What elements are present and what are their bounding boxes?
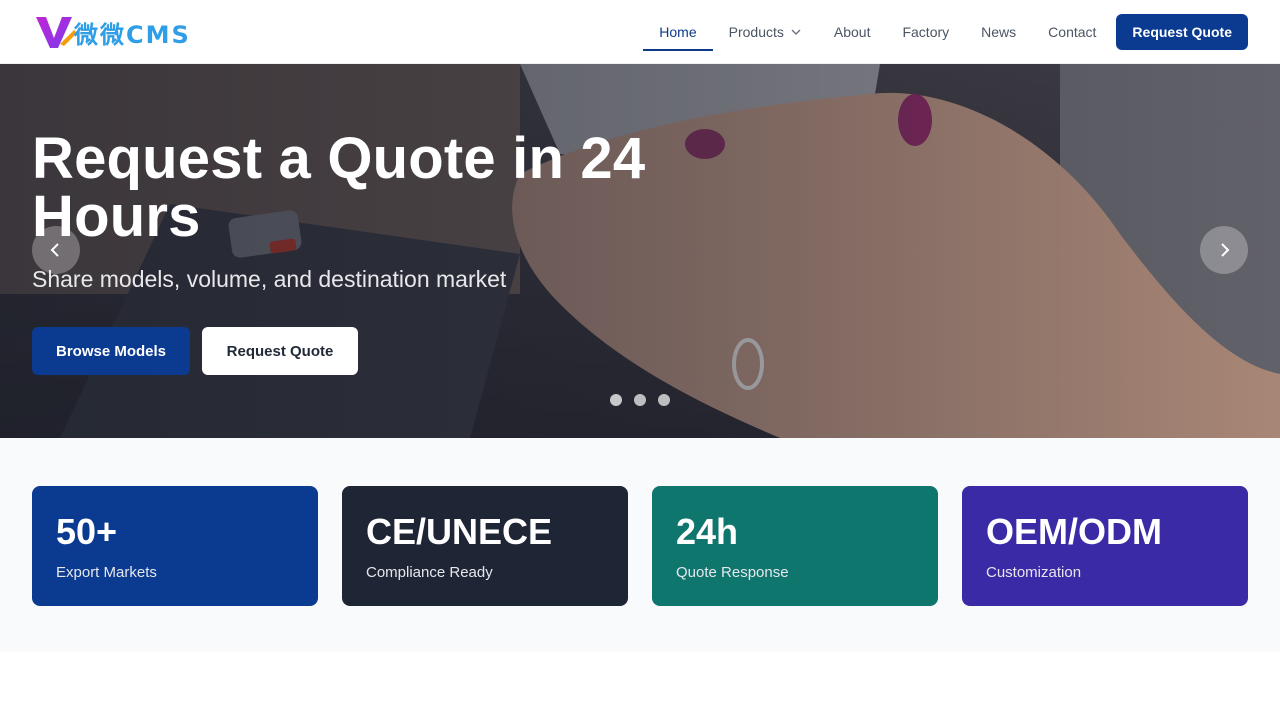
carousel-dot-2[interactable] xyxy=(634,394,646,406)
request-quote-nav-button[interactable]: Request Quote xyxy=(1116,14,1248,50)
site-header: 微微CMS Home Products About Factory News C… xyxy=(0,0,1280,64)
nav-item-label: Factory xyxy=(902,24,950,40)
hero-carousel: Request a Quote in 24 Hours Share models… xyxy=(0,64,1280,438)
stat-card-compliance: CE/UNECE Compliance Ready xyxy=(342,486,628,606)
carousel-dots xyxy=(610,394,670,406)
carousel-dot-1[interactable] xyxy=(610,394,622,406)
stat-label: Quote Response xyxy=(676,564,789,581)
stat-value: OEM/ODM xyxy=(986,511,1162,552)
nav-item-contact[interactable]: Contact xyxy=(1032,14,1112,50)
logo-text: 微微CMS xyxy=(74,20,191,49)
carousel-next-button[interactable] xyxy=(1200,226,1248,274)
nav-item-label: Home xyxy=(659,24,697,40)
nav-item-label: Contact xyxy=(1048,24,1097,40)
stat-label: Customization xyxy=(986,564,1082,581)
hero-title: Request a Quote in 24 Hours xyxy=(32,126,646,249)
hero-overlay xyxy=(0,64,1280,438)
carousel-prev-button[interactable] xyxy=(32,226,80,274)
logo-v-icon xyxy=(36,17,77,48)
nav-item-label: News xyxy=(981,24,1017,40)
stat-value: 24h xyxy=(676,511,739,552)
hero-subtitle: Share models, volume, and destination ma… xyxy=(32,266,507,292)
stat-card-quote-response: 24h Quote Response xyxy=(652,486,938,606)
nav-item-home[interactable]: Home xyxy=(643,14,713,51)
chevron-down-icon xyxy=(791,29,801,35)
stat-value: 50+ xyxy=(56,511,118,552)
stat-label: Compliance Ready xyxy=(366,564,493,581)
carousel-dot-3[interactable] xyxy=(658,394,670,406)
nav-item-products[interactable]: Products xyxy=(713,14,818,50)
nav-item-news[interactable]: News xyxy=(965,14,1032,50)
chevron-left-icon xyxy=(50,243,59,257)
nav-item-label: Products xyxy=(728,24,784,40)
brand-logo[interactable]: 微微CMS xyxy=(34,14,191,50)
nav-item-label: About xyxy=(833,24,871,40)
nav-item-factory[interactable]: Factory xyxy=(886,14,965,50)
stat-value: CE/UNECE xyxy=(366,511,553,552)
request-quote-hero-button[interactable]: Request Quote xyxy=(202,327,358,375)
stat-card-export-markets: 50+ Export Markets xyxy=(32,486,318,606)
chevron-right-icon xyxy=(1221,243,1230,257)
stat-label: Export Markets xyxy=(56,564,157,581)
browse-models-button[interactable]: Browse Models xyxy=(32,327,190,375)
stat-card-customization: OEM/ODM Customization xyxy=(962,486,1248,606)
stats-section: 50+ Export Markets CE/UNECE Compliance R… xyxy=(0,438,1280,652)
main-nav: Home Products About Factory News Contact… xyxy=(643,14,1248,51)
nav-item-about[interactable]: About xyxy=(818,14,887,50)
